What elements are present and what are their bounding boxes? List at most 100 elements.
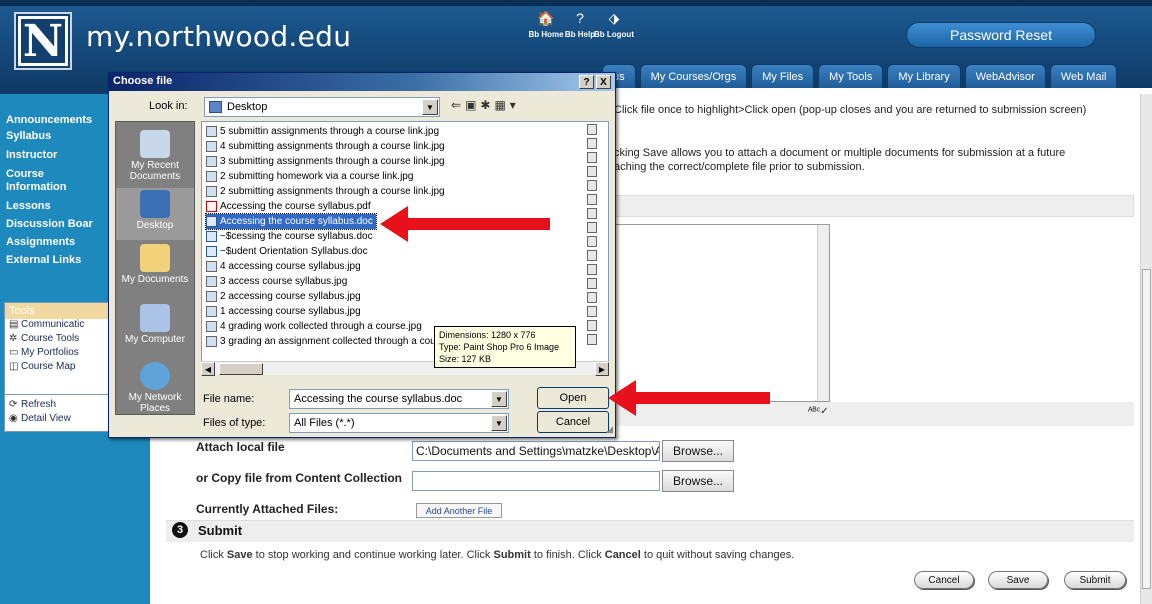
file-item[interactable]: ~$udent Orientation Syllabus.doc (206, 244, 368, 259)
chevron-down-icon[interactable]: ▼ (491, 415, 507, 431)
file-icon[interactable] (587, 292, 597, 303)
new-folder-icon[interactable]: ✱ (480, 98, 494, 112)
page-scrollbar[interactable] (1140, 94, 1152, 604)
place-recent-documents[interactable]: My Recent Documents (116, 130, 194, 182)
nav-course-information[interactable]: Course (6, 168, 44, 180)
nav-course-information-line2[interactable]: Information (6, 181, 67, 193)
nav-announcements[interactable]: Announcements (6, 114, 92, 126)
file-item[interactable]: 3 access course syllabus.jpg (206, 274, 347, 289)
tab-webadvisor[interactable]: WebAdvisor (964, 64, 1046, 88)
textarea-scrollbar[interactable] (817, 225, 829, 401)
tab-web-mail[interactable]: Web Mail (1049, 64, 1118, 88)
place-my-documents[interactable]: My Documents (116, 244, 194, 285)
browse-local-button[interactable]: Browse... (662, 440, 734, 462)
save-button[interactable]: Save (988, 571, 1048, 589)
file-icon[interactable] (587, 236, 597, 247)
place-label: My Computer (124, 334, 185, 345)
file-icon[interactable] (587, 194, 597, 205)
dialog-cancel-button[interactable]: Cancel (537, 411, 609, 433)
scroll-right-icon[interactable]: ▶ (595, 362, 609, 376)
submit-button[interactable]: Submit (1064, 571, 1126, 589)
dialog-close-button[interactable]: X (596, 75, 611, 89)
instr-part: Click (200, 549, 227, 561)
file-item[interactable]: 1 accessing course syllabus.jpg (206, 304, 361, 319)
file-icon[interactable] (587, 278, 597, 289)
detail-view-link[interactable]: ◉ Detail View (5, 413, 115, 427)
nav-discussion-board[interactable]: Discussion Boar (6, 218, 93, 230)
file-icon[interactable] (587, 306, 597, 317)
bb-logout-link[interactable]: ⬗ Bb Logout (592, 10, 636, 39)
spellcheck-icon[interactable]: ᴬᴮᶜ✓ (808, 406, 829, 417)
file-name: 3 access course syllabus.jpg (220, 276, 348, 287)
place-my-computer[interactable]: My Computer (116, 304, 194, 345)
file-item[interactable]: 4 grading work collected through a cours… (206, 319, 422, 334)
dialog-help-button[interactable]: ? (579, 75, 594, 89)
file-icon[interactable] (587, 152, 597, 163)
file-item[interactable]: 5 submittin assignments through a course… (206, 124, 439, 139)
scroll-left-icon[interactable]: ◀ (201, 362, 215, 376)
file-name: ~$udent Orientation Syllabus.doc (220, 246, 368, 257)
chevron-down-icon[interactable]: ▼ (422, 99, 438, 115)
files-of-type-select[interactable]: All Files (*.*) ▼ (289, 413, 509, 433)
place-desktop[interactable]: Desktop (116, 188, 194, 240)
resize-grip-icon[interactable]: ◢ (606, 424, 613, 435)
file-item[interactable]: 2 submitting homework via a course link.… (206, 169, 413, 184)
file-icon[interactable] (587, 180, 597, 191)
file-icon[interactable] (587, 250, 597, 261)
file-icon[interactable] (587, 166, 597, 177)
refresh-link[interactable]: ⟳ Refresh (5, 399, 115, 413)
back-icon[interactable]: ⇐ (451, 98, 465, 112)
chevron-down-icon[interactable]: ▼ (491, 391, 507, 407)
tab-my-library[interactable]: My Library (887, 64, 961, 88)
add-another-file-button[interactable]: Add Another File (416, 503, 502, 518)
tool-my-portfolios[interactable]: ▭ My Portfolios (5, 347, 115, 361)
content-collection-input[interactable] (412, 471, 660, 491)
file-icon[interactable] (587, 138, 597, 149)
comments-textarea[interactable] (612, 224, 830, 402)
file-item[interactable]: 4 accessing course syllabus.jpg (206, 259, 361, 274)
file-info-tooltip: Dimensions: 1280 x 776 Type: Paint Shop … (434, 326, 576, 368)
nav-lessons[interactable]: Lessons (6, 200, 51, 212)
attach-local-file-input[interactable]: C:\Documents and Settings\matzke\Desktop… (412, 441, 660, 461)
tab-my-files[interactable]: My Files (751, 64, 815, 88)
page-scroll-thumb[interactable] (1142, 269, 1151, 589)
file-icon[interactable] (587, 320, 597, 331)
tab-my-tools[interactable]: My Tools (818, 64, 884, 88)
nav-assignments[interactable]: Assignments (6, 236, 75, 248)
tool-course-tools[interactable]: ✲ Course Tools (5, 333, 115, 347)
file-item[interactable]: Accessing the course syllabus.pdf (206, 199, 371, 214)
file-item[interactable]: 4 submitting assignments through a cours… (206, 139, 445, 154)
hscroll-thumb[interactable] (219, 363, 263, 375)
file-item[interactable]: 2 accessing course syllabus.jpg (206, 289, 361, 304)
file-icon[interactable] (587, 208, 597, 219)
view-menu-icon[interactable]: ▦▾ (494, 98, 519, 112)
nav-syllabus[interactable]: Syllabus (6, 130, 51, 142)
file-item-selected[interactable]: Accessing the course syllabus.doc (205, 213, 377, 230)
file-name: 4 submitting assignments through a cours… (220, 141, 445, 152)
file-item[interactable]: 2 submitting assignments through a cours… (206, 184, 445, 199)
cancel-button[interactable]: Cancel (914, 571, 974, 589)
nav-external-links[interactable]: External Links (6, 254, 81, 266)
image-file-icon (206, 126, 217, 137)
tab-my-courses[interactable]: My Courses/Orgs (639, 64, 748, 88)
file-item[interactable]: 3 submitting assignments through a cours… (206, 154, 445, 169)
browse-collection-button[interactable]: Browse... (662, 470, 734, 492)
northwood-logo[interactable]: N (14, 12, 72, 70)
course-tools-icon: ✲ (9, 333, 18, 344)
password-reset-button[interactable]: Password Reset (906, 22, 1096, 48)
tool-communication[interactable]: ▤ Communicatic (5, 319, 115, 333)
nav-instructor[interactable]: Instructor (6, 149, 57, 161)
file-icon[interactable] (587, 264, 597, 275)
tool-course-map[interactable]: ◫ Course Map (5, 361, 115, 375)
file-name-input[interactable]: Accessing the course syllabus.doc ▼ (289, 389, 509, 409)
file-item[interactable]: ~$cessing the course syllabus.doc (206, 229, 373, 244)
file-icon[interactable] (587, 124, 597, 135)
up-folder-icon[interactable]: ▣ (465, 98, 480, 112)
file-item[interactable]: 3 grading an assignment collected throug… (206, 334, 444, 349)
attach-local-file-label: Attach local file (196, 440, 285, 454)
open-button[interactable]: Open (537, 387, 609, 409)
file-icon[interactable] (587, 222, 597, 233)
place-network-places[interactable]: My Network Places (116, 362, 194, 414)
file-icon[interactable] (587, 334, 597, 345)
look-in-select[interactable]: Desktop ▼ (204, 97, 440, 117)
